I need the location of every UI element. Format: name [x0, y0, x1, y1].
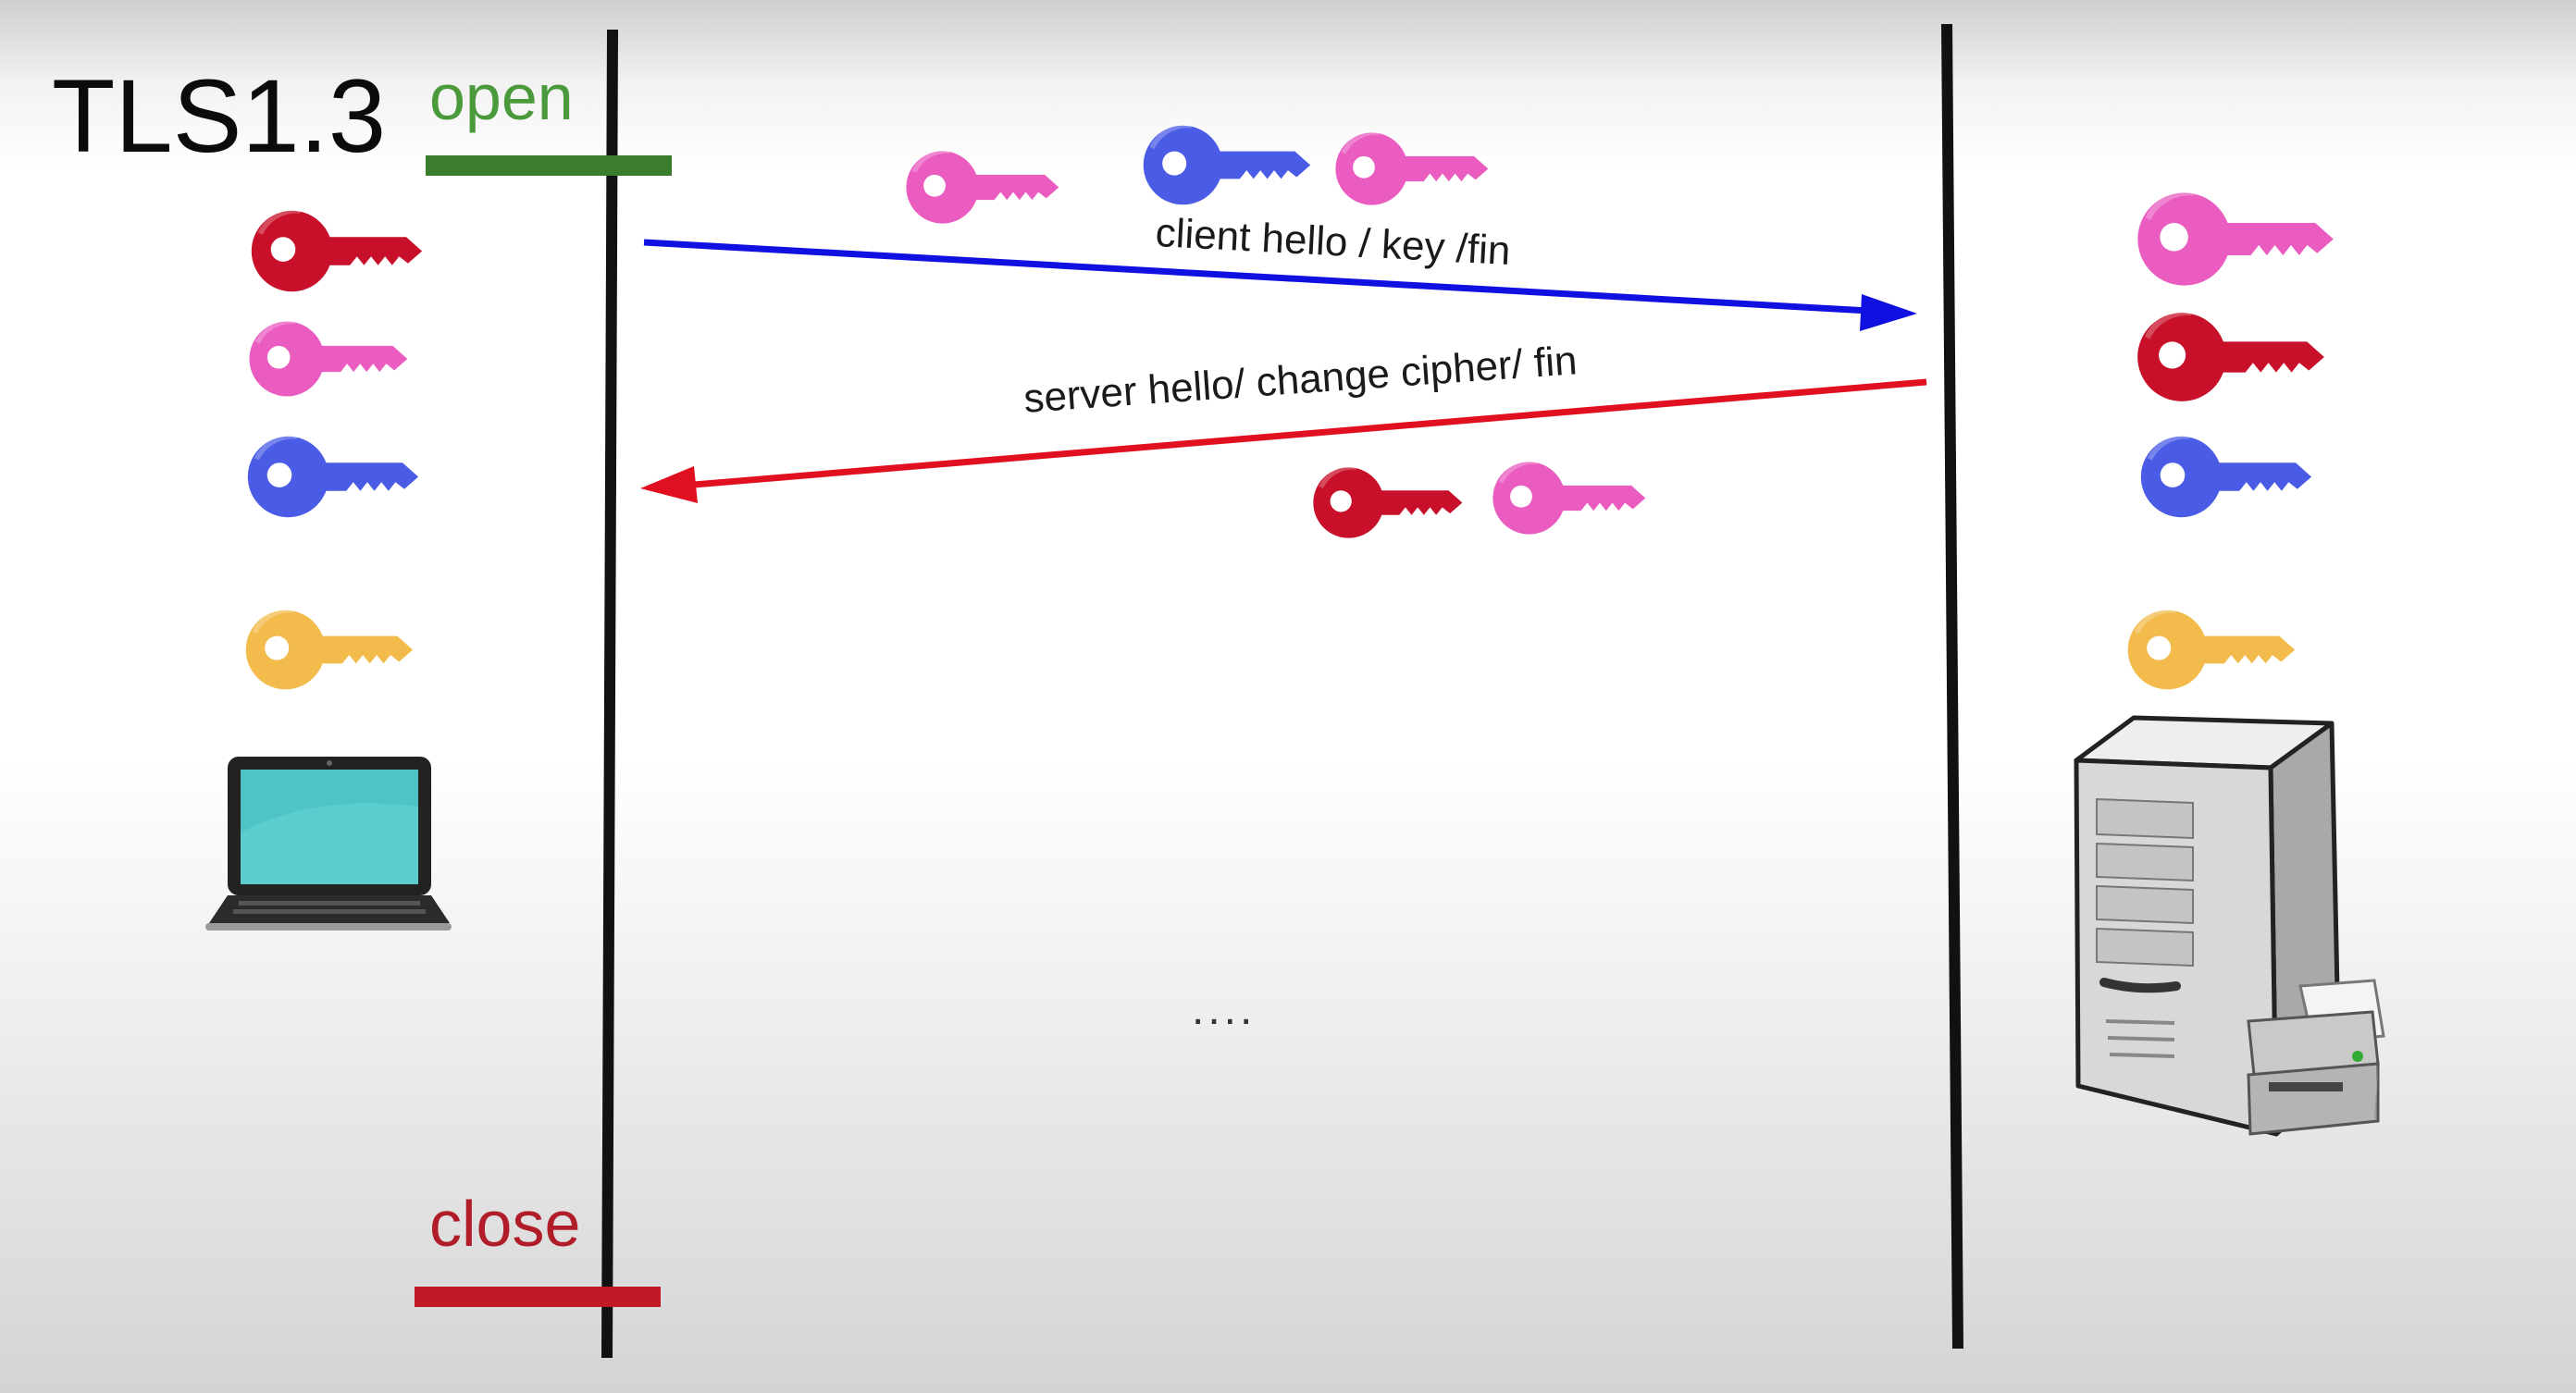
ellipsis-label: .... — [1192, 985, 1257, 1034]
client-yellow-key-icon — [246, 610, 413, 690]
client-red-key-icon — [252, 211, 422, 292]
transit-pink-key-icon — [1492, 462, 1645, 534]
server-hello-arrowhead — [640, 466, 698, 503]
open-bar — [426, 155, 672, 176]
client-lifeline — [601, 29, 618, 1359]
tls-diagram — [205, 23, 2385, 1359]
server-red-key-icon — [2137, 313, 2324, 401]
server-yellow-key-icon — [2128, 610, 2295, 690]
server-lifeline — [1941, 23, 1963, 1350]
transit-red-key-icon — [1313, 467, 1462, 538]
open-label: open — [429, 61, 574, 133]
close-bar — [415, 1287, 661, 1307]
laptop-icon — [205, 757, 452, 931]
transit-pink-key-icon — [1335, 132, 1488, 204]
client-blue-key-icon — [248, 437, 418, 518]
server-blue-key-icon — [2141, 437, 2311, 518]
transit-blue-key-icon — [1144, 126, 1310, 205]
server-pink-key-icon — [2137, 192, 2333, 286]
diagram-title: TLS1.3 — [52, 58, 387, 174]
client-hello-arrowhead — [1860, 294, 1917, 331]
transit-pink-key-icon — [906, 151, 1059, 223]
client-pink-key-icon — [250, 321, 408, 396]
close-label: close — [429, 1188, 581, 1260]
